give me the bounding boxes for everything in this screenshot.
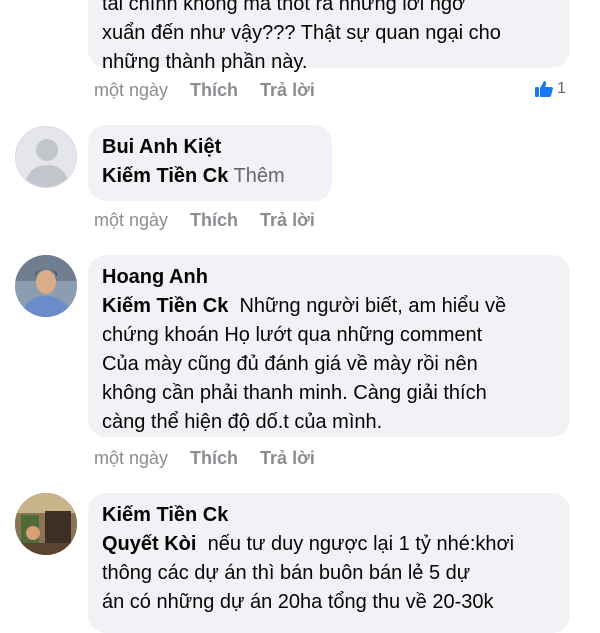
avatar[interactable] [15,126,77,188]
profile-photo-icon [15,255,77,317]
reply-button[interactable]: Trả lời [260,209,315,231]
comment-text-first: nếu tư duy ngược lại 1 tỷ nhé:khơi [207,533,515,555]
reaction-count: 1 [557,80,566,97]
comment-timestamp: một ngày [94,80,169,100]
comment-actions: một ngày Thích Trả lời [94,447,315,469]
comment-text-line: những thành phần này. [102,51,308,73]
comment-text: tài chính không mà thốt ra những lời ngờ… [102,0,556,77]
comment-author[interactable]: Bui Anh Kiệt [102,134,318,160]
comment-text: Kiếm Tiền Ck Thêm [102,162,318,191]
reply-button[interactable]: Trả lời [260,79,315,101]
default-avatar-icon [24,139,70,187]
comment-actions: một ngày Thích Trả lời [94,79,315,101]
see-more-link[interactable]: Thêm [234,165,285,187]
comment-text-line: Quyết Kòi nếu tư duy ngược lại 1 tỷ nhé:… [102,530,556,559]
comment-text-first: Những người biết, am hiểu về [239,295,507,317]
avatar[interactable] [15,493,77,555]
comment-author[interactable]: Kiếm Tiền Ck [102,502,556,528]
like-button[interactable]: Thích [190,209,238,231]
like-button[interactable]: Thích [190,447,238,469]
comment-text-line: tài chính không mà thốt ra những lời ngờ [102,0,466,15]
comment-text-line: Của mày cũng đủ đánh giá về mày rồi nên [102,353,478,375]
comment-text: Kiếm Tiền Ck Những người biết, am hiểu v… [102,292,556,437]
like-button[interactable]: Thích [190,79,238,101]
comment-text-line: thông các dự án thì bán buôn bán lẻ 5 dự [102,562,471,584]
comment-bubble: tài chính không mà thốt ra những lời ngờ… [88,0,570,73]
comment-bubble: Bui Anh Kiệt Kiếm Tiền Ck Thêm [88,125,332,201]
comment-text-line: không cần phải thanh minh. Càng giải thí… [102,382,487,404]
comment-text-line: án có những dự án 20ha tổng thu về 20-30… [102,591,494,613]
avatar[interactable] [15,255,77,317]
comment-timestamp: một ngày [94,210,169,230]
profile-photo-icon [15,493,77,555]
thumbs-up-icon [534,80,554,98]
comment-text-line: chứng khoán Họ lướt qua những comment [102,324,483,346]
comment-text-line: xuẩn đến như vậy??? Thật sự quan ngại ch… [102,22,501,44]
comment-author[interactable]: Hoang Anh [102,264,556,290]
mention-tag[interactable]: Quyết Kòi [102,533,196,555]
comment-text: Quyết Kòi nếu tư duy ngược lại 1 tỷ nhé:… [102,530,556,617]
mention-tag[interactable]: Kiếm Tiền Ck [102,295,228,317]
comment-actions: một ngày Thích Trả lời [94,209,315,231]
mention-tag[interactable]: Kiếm Tiền Ck [102,165,228,187]
reply-button[interactable]: Trả lời [260,447,315,469]
comment-text-line: càng thể hiện độ dố.t của mình. [102,411,383,433]
comment-bubble: Kiếm Tiền Ck Quyết Kòi nếu tư duy ngược … [88,493,570,633]
comment-text-line: Kiếm Tiền Ck Những người biết, am hiểu v… [102,292,556,321]
comment-timestamp: một ngày [94,448,169,468]
comment-bubble: Hoang Anh Kiếm Tiền Ck Những người biết,… [88,255,570,437]
reaction-summary[interactable]: 1 [534,80,566,98]
